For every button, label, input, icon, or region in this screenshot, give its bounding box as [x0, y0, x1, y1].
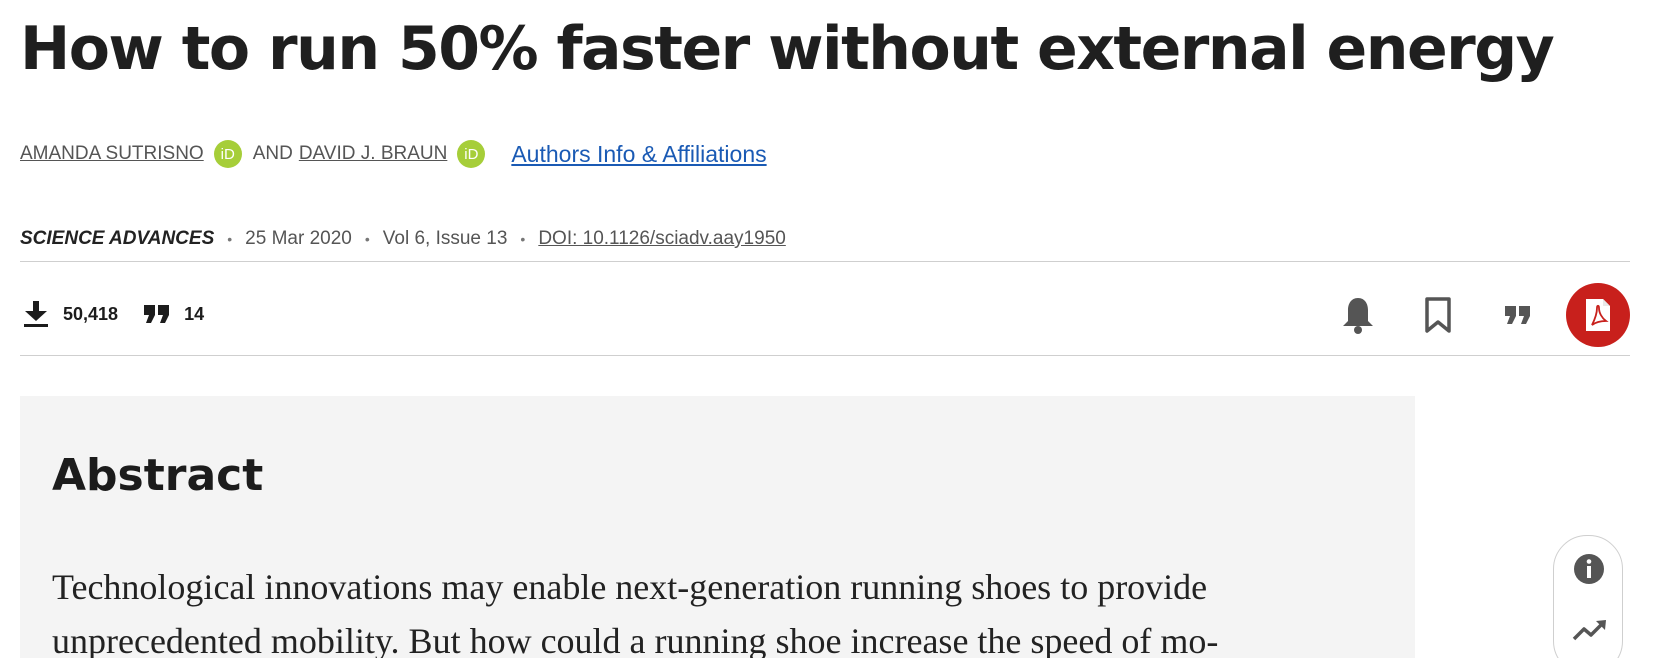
divider-top: [20, 261, 1630, 262]
meta-separator: •: [227, 231, 233, 247]
author-list: AMANDA SUTRISNO iD AND DAVID J. BRAUN iD…: [20, 138, 767, 170]
downloads-count: 50,418: [63, 303, 119, 324]
publication-date: 25 Mar 2020: [245, 228, 352, 249]
orcid-icon[interactable]: iD: [213, 140, 242, 168]
article-toolbar: [1310, 283, 1630, 347]
quote-icon[interactable]: [1486, 283, 1550, 347]
pdf-icon: [1586, 299, 1610, 331]
divider-bottom: [20, 355, 1630, 356]
author-conjunction: AND: [252, 143, 293, 164]
authors-affiliations-link[interactable]: Authors Info & Affiliations: [511, 141, 766, 168]
citations-count: 14: [184, 303, 205, 324]
trending-icon[interactable]: [1572, 618, 1608, 647]
bell-icon[interactable]: [1326, 283, 1390, 347]
doi-link[interactable]: DOI: 10.1126/sciadv.aay1950: [538, 228, 786, 250]
bookmark-icon[interactable]: [1406, 283, 1470, 347]
abstract-heading: Abstract: [52, 450, 264, 501]
meta-separator: •: [520, 231, 526, 247]
abstract-text: Technological innovations may enable nex…: [52, 567, 1219, 658]
journal-name[interactable]: SCIENCE ADVANCES: [20, 228, 214, 250]
quote-icon: [142, 302, 172, 326]
article-meta: SCIENCE ADVANCES • 25 Mar 2020 • Vol 6, …: [20, 226, 786, 252]
author-link-braun[interactable]: DAVID J. BRAUN: [299, 143, 448, 165]
pdf-button[interactable]: [1566, 283, 1630, 347]
author-link-sutrisno[interactable]: AMANDA SUTRISNO: [20, 143, 204, 165]
side-rail: [1553, 535, 1623, 658]
abstract-section: Abstract Technological innovations may e…: [20, 396, 1415, 658]
info-icon[interactable]: [1572, 552, 1606, 591]
volume-issue[interactable]: Vol 6, Issue 13: [383, 228, 508, 250]
meta-separator: •: [364, 231, 370, 247]
article-title: How to run 50% faster without external e…: [20, 14, 1555, 84]
download-icon: [22, 299, 50, 329]
orcid-icon[interactable]: iD: [457, 140, 486, 168]
article-metrics: 50,418 14: [22, 298, 204, 330]
